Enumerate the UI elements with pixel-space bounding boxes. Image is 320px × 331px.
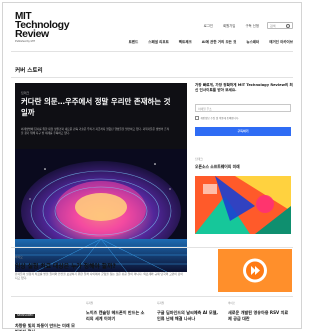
- bottom-article-3[interactable]: 디지털 구글 딥마인드의 날씨예측 AI 모델, 인류 난제 해결 나서나: [157, 301, 219, 331]
- mid-article-image[interactable]: [218, 249, 292, 292]
- subscribe-button[interactable]: 구독하기: [195, 127, 291, 136]
- search-input[interactable]: 검색: [267, 22, 293, 29]
- nav-item-factcheck[interactable]: 팩트체크: [179, 40, 192, 45]
- page-frame: MIT Technology Review Published by MIT 로…: [2, 2, 302, 331]
- utility-bar: 로그인 회원가입 구독 신청 검색: [194, 22, 293, 29]
- mid-divider: [11, 247, 293, 248]
- signup-link[interactable]: 회원가입: [223, 23, 235, 28]
- bottom-article-2[interactable]: 디지털 노이즈 캔슬링 헤드폰이 만드는 소리의 세계 이야기: [86, 301, 148, 331]
- newsletter-email-input[interactable]: 이메일 주소: [195, 104, 291, 112]
- bottom-divider: [11, 296, 293, 297]
- bottom-article-tag: 디지털: [157, 302, 165, 305]
- sponsored-badge: SPONSORED: [15, 313, 36, 318]
- login-link[interactable]: 로그인: [204, 23, 213, 28]
- nav-item-trend[interactable]: 트렌드: [129, 40, 139, 45]
- side-article-title[interactable]: 오픈소스 소프트웨어의 미래: [195, 164, 295, 170]
- bottom-article-title[interactable]: 노이즈 캔슬링 헤드폰이 만드는 소리의 세계 이야기: [86, 310, 148, 323]
- hero-description: 외계생명체 탐사를 위한 대형 망원경과 새로운 관측 기술은 우리가 지금까지…: [21, 127, 170, 136]
- header-divider: [11, 51, 293, 52]
- hero-tag: 딥테크: [21, 91, 30, 95]
- search-icon[interactable]: [286, 23, 290, 28]
- consent-checkbox[interactable]: [195, 116, 199, 120]
- nav-item-special-report[interactable]: 스페셜 리포트: [148, 40, 169, 45]
- search-placeholder: 검색: [270, 23, 276, 28]
- bottom-article-title[interactable]: 구글 딥마인드의 날씨예측 AI 모델, 인류 난제 해결 나서나: [157, 310, 219, 323]
- bottom-article-title[interactable]: 차량용 빛의 파동이 만드는 미래 모빌리티 혁신: [15, 323, 77, 331]
- newsletter-consent: 개인정보 수집 및 이용에 동의합니다.: [195, 116, 239, 120]
- section-title: 커버 스토리: [15, 68, 43, 74]
- bottom-article-title[interactable]: 새로운 개발된 영유아용 RSV 치료제 공급 대란: [228, 310, 290, 323]
- cover-story-card[interactable]: 딥테크 커다란 의문…우주에서 정말 우리만 존재하는 것일까 외계생명체 탐사…: [15, 83, 187, 272]
- side-article-image[interactable]: [195, 176, 291, 234]
- hero-title[interactable]: 커다란 의문…우주에서 정말 우리만 존재하는 것일까: [21, 97, 171, 118]
- side-article-tag: 딥테크: [195, 157, 203, 161]
- site-logo[interactable]: MIT Technology Review Published by MIT: [15, 12, 75, 43]
- section-divider: [11, 77, 293, 78]
- newsletter-title: 가장 빠르게, 가장 정확하게 MIT Technology Review의 최…: [195, 83, 293, 93]
- bottom-article-1[interactable]: SPONSORED 차량용 빛의 파동이 만드는 미래 모빌리티 혁신: [15, 301, 77, 331]
- mid-article-tag: 바이오: [15, 255, 23, 259]
- nav-item-archive[interactable]: 매거진 아카이브: [269, 40, 293, 45]
- bottom-article-tag: 디지털: [86, 302, 94, 305]
- logo-review: Review: [15, 28, 49, 41]
- mid-article-description: 환자들이 실험적 치료를 받을 권리와 안전을 보장하기 위한 절차 사이에서 …: [15, 272, 183, 281]
- subscribe-link[interactable]: 구독 신청: [245, 23, 259, 28]
- bottom-article-list: SPONSORED 차량용 빛의 파동이 만드는 미래 모빌리티 혁신 디지털 …: [15, 301, 293, 331]
- logo-subtitle: Published by MIT: [15, 39, 36, 43]
- nav-item-newsletter[interactable]: 뉴스레터: [246, 40, 259, 45]
- mid-article-title[interactable]: 임상 실험 치료 대상은 누가 정해야 할까?: [15, 261, 185, 270]
- bottom-article-tag: 바이오: [228, 302, 236, 305]
- consent-label: 개인정보 수집 및 이용에 동의합니다.: [200, 117, 239, 120]
- main-nav: 트렌드 스페셜 리포트 팩트체크 AI에 관한 거의 모든 것 뉴스레터 매거진…: [119, 40, 293, 45]
- bottom-article-4[interactable]: 바이오 새로운 개발된 영유아용 RSV 치료제 공급 대란: [228, 301, 290, 331]
- nav-item-ai[interactable]: AI에 관한 거의 모든 것: [202, 40, 237, 45]
- hero-image: [15, 149, 187, 272]
